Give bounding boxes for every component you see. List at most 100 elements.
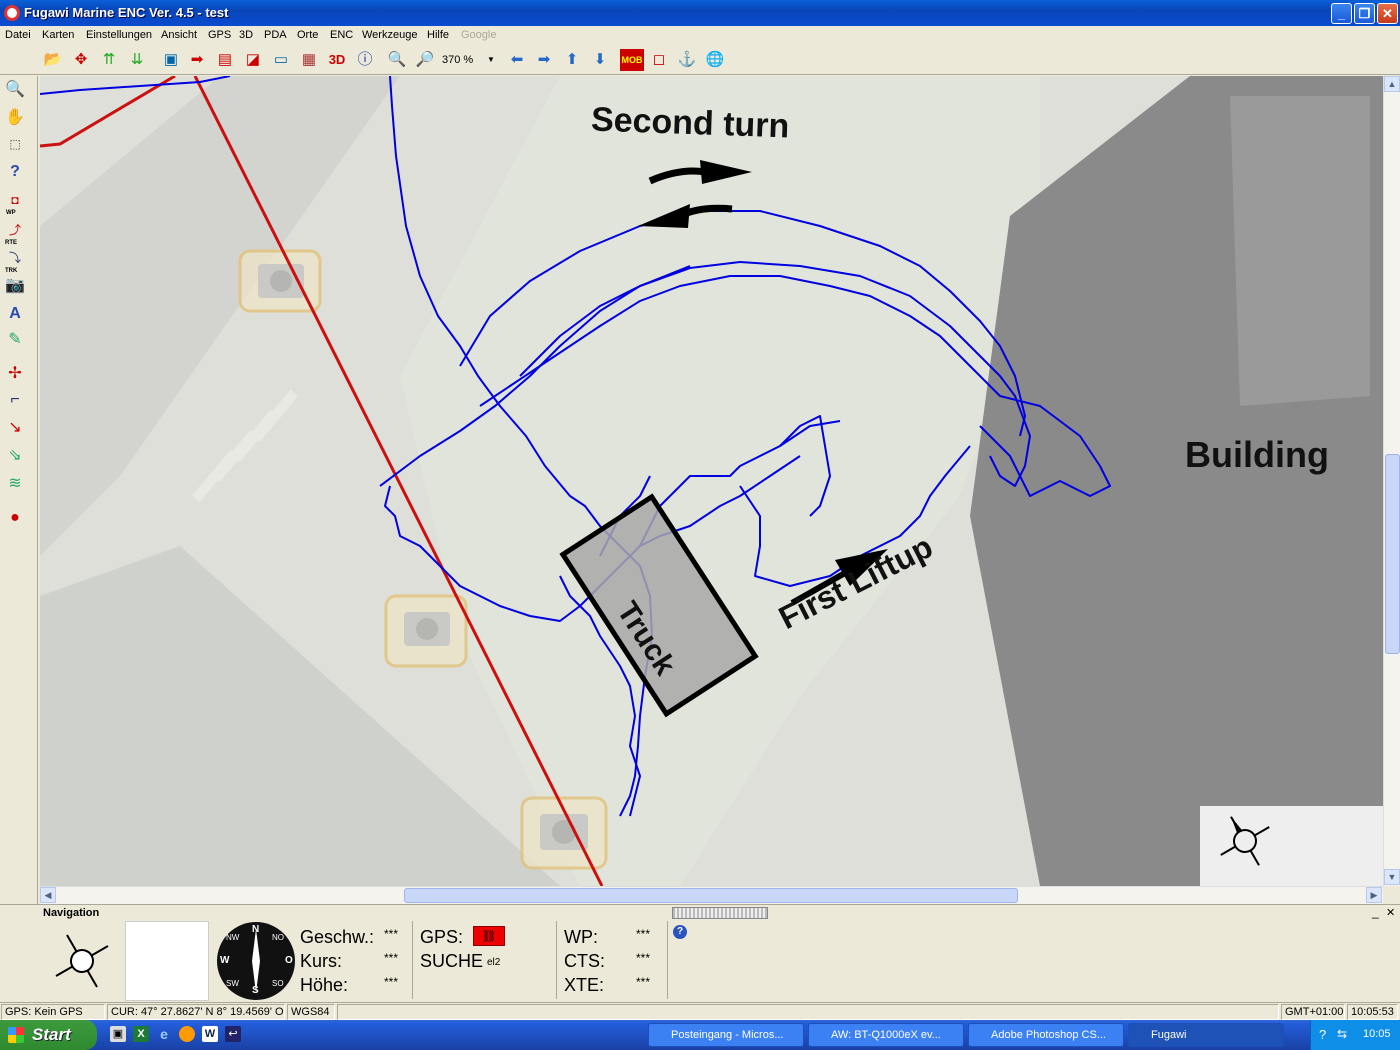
zoom-out-icon[interactable]: 🔎	[414, 49, 436, 71]
track-edit-icon[interactable]: ⇘	[3, 444, 27, 468]
menu-einstellungen[interactable]: Einstellungen	[86, 29, 152, 41]
menu-pda[interactable]: PDA	[264, 29, 287, 41]
compass-ne: NO	[272, 933, 284, 942]
screen-icon[interactable]: ▣	[160, 49, 182, 71]
maximize-button[interactable]: ❐	[1354, 3, 1375, 24]
scroll-right-icon[interactable]: ▶	[1366, 887, 1382, 903]
horizontal-scrollbar[interactable]: ◀ ▶	[40, 886, 1383, 904]
menu-werkzeuge[interactable]: Werkzeuge	[362, 29, 417, 41]
building-roof-detail	[1230, 96, 1370, 406]
xte-value: ***	[636, 975, 651, 989]
menu-enc[interactable]: ENC	[330, 29, 353, 41]
ie-icon[interactable]: e	[156, 1026, 172, 1042]
scroll-left-icon[interactable]: ◀	[40, 887, 56, 903]
app-shortcut-icon[interactable]: ↩	[225, 1026, 241, 1042]
title-bar: Fugawi Marine ENC Ver. 4.5 - test _ ❐ ✕	[0, 0, 1400, 26]
navigation-title: Navigation	[43, 907, 100, 919]
layers-down-icon[interactable]: ⇊	[126, 49, 148, 71]
panel-close-icon[interactable]: ✕	[1386, 906, 1395, 919]
compass-w: W	[220, 955, 230, 966]
datum: WGS84	[287, 1004, 335, 1020]
wp-label: WP:	[564, 927, 598, 947]
panel-splitter[interactable]	[672, 907, 768, 919]
menu-datei[interactable]: Datei	[5, 29, 31, 41]
menu-orte[interactable]: Orte	[297, 29, 318, 41]
text-tool-icon[interactable]: A	[3, 302, 27, 326]
move-icon[interactable]: ✥	[70, 49, 92, 71]
search-label: SUCHE	[420, 951, 484, 971]
layers-icon[interactable]: ≋	[3, 472, 27, 496]
help-icon[interactable]: ?	[673, 925, 687, 939]
desktop-icon[interactable]: ▣	[110, 1026, 126, 1042]
open-folder-icon[interactable]: 📂	[42, 49, 64, 71]
arrow-up-icon[interactable]: ⬆	[561, 49, 583, 71]
panel-minimize-icon[interactable]: _	[1372, 905, 1379, 919]
track-icon[interactable]: ⤵ TRK	[3, 246, 27, 274]
start-button[interactable]: Start	[0, 1020, 97, 1050]
layers-up-icon[interactable]: ⇈	[98, 49, 120, 71]
route-edit-icon[interactable]: ⌐	[3, 388, 27, 412]
menu-gps[interactable]: GPS	[208, 29, 231, 41]
help-tray-icon[interactable]: ?	[1319, 1027, 1326, 1042]
horizontal-scroll-thumb[interactable]	[404, 888, 1018, 903]
menu-karten[interactable]: Karten	[42, 29, 74, 41]
globe-icon[interactable]: 🌐	[704, 49, 726, 71]
network-tray-icon[interactable]: ⇆	[1337, 1027, 1347, 1041]
speed-value: ***	[384, 927, 399, 941]
task-photoshop[interactable]: Adobe Photoshop CS...	[968, 1023, 1124, 1047]
annotation-building: Building	[1185, 434, 1329, 475]
task-email-label: AW: BT-Q1000eX ev...	[831, 1029, 941, 1041]
minimize-button[interactable]: _	[1331, 3, 1352, 24]
task-email[interactable]: AW: BT-Q1000eX ev...	[808, 1023, 964, 1047]
map-canvas[interactable]: Second turn First Liftup Truck Building	[40, 76, 1383, 886]
waypoint-move-icon[interactable]: ✢	[3, 362, 27, 386]
menu-bar: Datei Karten Einstellungen Ansicht GPS 3…	[0, 26, 1400, 45]
overlap-icon[interactable]: ◪	[242, 49, 264, 71]
arrow-right-red-icon[interactable]: ➡	[186, 49, 208, 71]
pencil-icon[interactable]: ✎	[3, 328, 27, 352]
camera-icon[interactable]: 📷	[3, 274, 27, 298]
arrow-left-icon[interactable]: ⬅	[506, 49, 528, 71]
route-icon[interactable]: ⤴ RTE	[3, 218, 27, 246]
window-red-icon[interactable]: ▤	[214, 49, 236, 71]
vertical-scrollbar[interactable]: ▲ ▼	[1383, 76, 1400, 886]
course-label: Kurs:	[300, 951, 343, 971]
route-add-icon[interactable]: ↘	[3, 416, 27, 440]
word-icon[interactable]: W	[202, 1026, 218, 1042]
gps-position-icon[interactable]: ●	[3, 506, 27, 530]
menu-3d[interactable]: 3D	[239, 29, 253, 41]
small-compass	[40, 921, 124, 1001]
3d-icon[interactable]: 3D	[324, 49, 350, 71]
select-rect-icon[interactable]: ⬚	[3, 132, 27, 156]
zoom-in-icon[interactable]: 🔍	[386, 49, 408, 71]
waypoint-icon[interactable]: ◘ WP	[3, 188, 27, 216]
task-fugawi[interactable]: Fugawi	[1128, 1023, 1284, 1047]
stop-icon[interactable]: ◻	[648, 49, 670, 71]
task-outlook[interactable]: Posteingang - Micros...	[648, 1023, 804, 1047]
menu-hilfe[interactable]: Hilfe	[427, 29, 449, 41]
arrow-down-icon[interactable]: ⬇	[589, 49, 611, 71]
screen-2-icon[interactable]: ▭	[270, 49, 292, 71]
scroll-up-icon[interactable]: ▲	[1384, 76, 1400, 92]
hand-icon[interactable]: ✋	[3, 106, 27, 130]
task-fugawi-label: Fugawi	[1151, 1029, 1187, 1041]
anchor-icon[interactable]: ⚓	[676, 49, 698, 71]
arrow-right-icon[interactable]: ➡	[533, 49, 555, 71]
menu-ansicht[interactable]: Ansicht	[161, 29, 197, 41]
map-icon[interactable]: ▦	[298, 49, 320, 71]
outlook-icon[interactable]	[179, 1026, 195, 1042]
info-icon[interactable]: ⓘ	[354, 49, 376, 71]
menu-google[interactable]: Google	[461, 29, 496, 41]
excel-icon[interactable]: X	[133, 1026, 149, 1042]
vertical-scroll-thumb[interactable]	[1385, 454, 1400, 654]
zoom-level-select[interactable]: 370 % ▼	[442, 50, 498, 70]
magnifier-icon[interactable]: 🔍	[3, 78, 27, 102]
man-overboard-icon[interactable]: MOB	[620, 49, 644, 71]
window-title: Fugawi Marine ENC Ver. 4.5 - test	[24, 5, 229, 20]
scroll-down-icon[interactable]: ▼	[1384, 869, 1400, 885]
photo-marker[interactable]	[384, 594, 468, 668]
taskbar: Start ▣ X e W ↩ Posteingang - Micros... …	[0, 1020, 1400, 1050]
close-button[interactable]: ✕	[1377, 3, 1398, 24]
compass-se: SO	[272, 979, 284, 988]
help-icon[interactable]: ?	[3, 160, 27, 184]
